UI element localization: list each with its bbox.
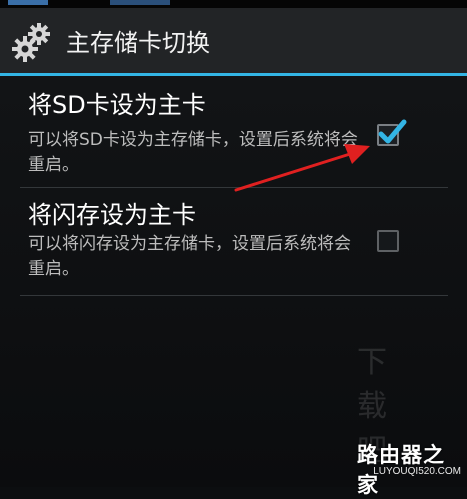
pref-summary: 可以将闪存设为主存储卡，设置后系统将会重启。 xyxy=(28,234,351,279)
pref-title: 将SD卡设为主卡 xyxy=(28,91,206,119)
gears-icon[interactable] xyxy=(12,22,54,62)
sd-primary-checkbox[interactable] xyxy=(377,119,407,146)
pref-flash-primary[interactable]: 将闪存设为主卡 可以将闪存设为主存储卡，设置后系统将会重启。 xyxy=(0,188,467,298)
status-icons xyxy=(110,0,170,5)
check-icon xyxy=(378,119,407,144)
status-bar xyxy=(0,0,467,8)
action-bar: 主存储卡切换 xyxy=(0,8,467,76)
signal-icon xyxy=(8,0,48,5)
flash-primary-checkbox[interactable] xyxy=(377,230,399,252)
pref-title: 将闪存设为主卡 xyxy=(28,201,196,229)
watermark: 下载吧 路由器之家 LUYOUQI520.COM xyxy=(357,345,461,497)
red-arrow-icon xyxy=(234,144,370,192)
page-title: 主存储卡切换 xyxy=(66,29,210,57)
watermark-url: LUYOUQI520.COM xyxy=(373,466,461,477)
divider xyxy=(20,295,448,296)
